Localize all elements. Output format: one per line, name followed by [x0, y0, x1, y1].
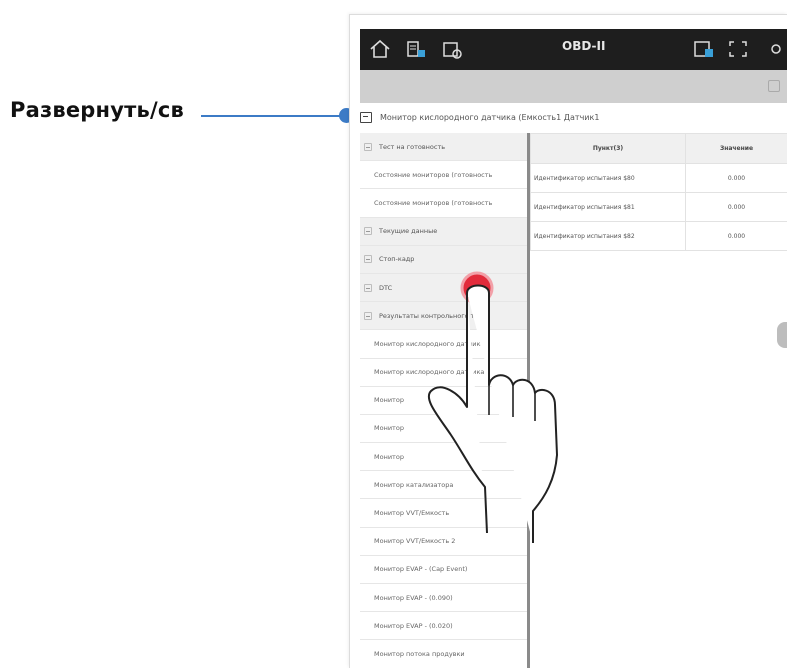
- tree-item-label: DTC: [379, 283, 393, 292]
- tree-child-item[interactable]: Состояние мониторов (готовность: [360, 189, 527, 218]
- table-header-row: Пункт(3) Значение: [530, 133, 787, 164]
- callout-label: Развернуть/св: [10, 98, 184, 122]
- tree-item-label: Монитор EVAP - (0.020): [374, 621, 453, 630]
- collapse-toggle-icon[interactable]: [364, 142, 372, 151]
- tree-item-label: Состояние мониторов (готовность: [374, 198, 493, 207]
- cell-value: 0.000: [685, 221, 787, 251]
- column-header-value: Значение: [685, 133, 787, 164]
- tree-child-item[interactable]: Монитор потока продувки: [360, 640, 527, 668]
- tree-item-label: Состояние мониторов (готовность: [374, 170, 493, 179]
- side-drawer-handle[interactable]: [777, 322, 787, 348]
- top-toolbar: OBD-II: [360, 29, 787, 70]
- tree-group-item[interactable]: Тест на готовность: [360, 133, 527, 162]
- tree-child-item[interactable]: Монитор EVAP - (0.020): [360, 612, 527, 641]
- table-row[interactable]: Идентификатор испытания $80 0.000: [530, 163, 787, 193]
- tree-item-label: Монитор EVAP - (Cap Event): [374, 565, 468, 574]
- sub-toolbar: [360, 70, 787, 103]
- settings-icon[interactable]: [764, 38, 787, 60]
- tap-gesture-hand-icon: [428, 271, 558, 543]
- tree-child-item[interactable]: Монитор EVAP - (0.090): [360, 584, 527, 613]
- cell-item: Идентификатор испытания $81: [530, 192, 686, 222]
- car-refresh-icon[interactable]: [440, 38, 464, 60]
- tree-item-label: Монитор: [374, 396, 404, 405]
- cell-value: 0.000: [685, 163, 787, 193]
- table-row[interactable]: Идентификатор испытания $81 0.000: [530, 192, 787, 222]
- fullscreen-icon[interactable]: [726, 38, 750, 60]
- column-header-item: Пункт(3): [530, 133, 686, 164]
- home-icon[interactable]: [368, 38, 392, 60]
- collapse-toggle-icon[interactable]: [364, 255, 372, 264]
- breadcrumb-row: Монитор кислородного датчика (Емкость1 Д…: [360, 106, 787, 128]
- collapse-toggle-icon[interactable]: [364, 283, 372, 292]
- screenshot-icon[interactable]: [692, 38, 716, 60]
- callout-leader-line: [201, 115, 345, 117]
- results-table: Пункт(3) Значение Идентификатор испытани…: [530, 133, 787, 251]
- vehicle-icon[interactable]: [404, 38, 428, 60]
- cell-value: 0.000: [685, 192, 787, 222]
- tree-item-label: Монитор EVAP - (0.090): [374, 593, 453, 602]
- collapse-toggle-icon[interactable]: [364, 311, 372, 320]
- corner-icon[interactable]: [768, 80, 780, 92]
- tree-item-label: Монитор: [374, 424, 404, 433]
- cell-item: Идентификатор испытания $82: [530, 221, 686, 251]
- expand-collapse-icon[interactable]: [360, 111, 372, 123]
- tree-item-label: Монитор: [374, 452, 404, 461]
- tree-item-label: Тест на готовность: [379, 142, 446, 151]
- tree-group-item[interactable]: Текущие данные: [360, 217, 527, 246]
- tree-item-label: Стоп-кадр: [379, 255, 415, 264]
- cell-item: Идентификатор испытания $80: [530, 163, 686, 193]
- table-row[interactable]: Идентификатор испытания $82 0.000: [530, 221, 787, 251]
- tree-item-label: Текущие данные: [379, 227, 438, 236]
- breadcrumb-title: Монитор кислородного датчика (Емкость1 Д…: [380, 112, 600, 122]
- tree-child-item[interactable]: Состояние мониторов (готовность: [360, 161, 527, 190]
- tree-child-item[interactable]: Монитор EVAP - (Cap Event): [360, 555, 527, 584]
- app-title: OBD-II: [562, 39, 606, 53]
- collapse-toggle-icon[interactable]: [364, 227, 372, 236]
- tree-item-label: Монитор потока продувки: [374, 649, 465, 658]
